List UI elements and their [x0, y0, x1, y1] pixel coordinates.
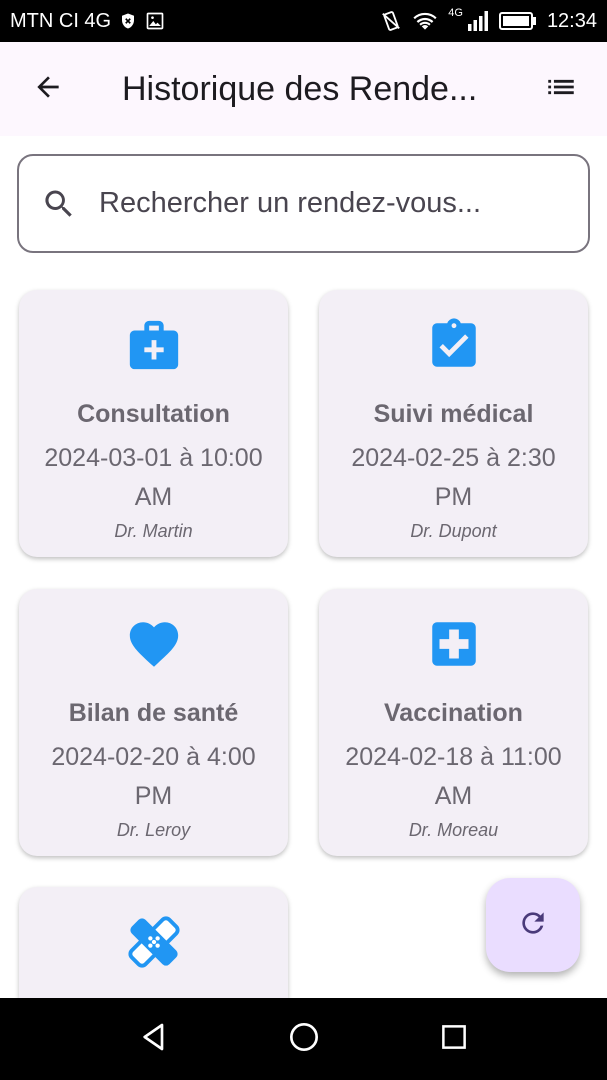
back-button[interactable] [18, 59, 78, 119]
blocked-icon [119, 12, 137, 30]
appointment-date: 2024-02-25 à 2:30 PM [351, 444, 556, 511]
refresh-icon [517, 907, 549, 944]
appointment-card[interactable]: Bilan de santé 2024-02-20 à 4:00 PM Dr. … [19, 589, 288, 856]
appointment-card[interactable]: Consultation 2024-03-01 à 10:00 AM Dr. M… [19, 290, 288, 557]
appointment-date: 2024-02-18 à 11:00 AM [345, 743, 562, 810]
list-icon [544, 70, 578, 109]
triangle-back-icon [138, 1021, 170, 1058]
appointment-title: Suivi médical [373, 400, 534, 428]
medical-cross-icon [425, 615, 483, 673]
appointment-card[interactable] [19, 887, 288, 998]
system-nav-bar [0, 998, 607, 1080]
appointment-title: Bilan de santé [68, 699, 239, 727]
list-view-button[interactable] [531, 59, 591, 119]
search-field[interactable] [17, 154, 590, 253]
nav-back-button[interactable] [124, 1009, 184, 1069]
appointment-card[interactable]: Vaccination 2024-02-18 à 11:00 AM Dr. Mo… [319, 589, 588, 856]
carrier-label: MTN CI 4G [10, 9, 112, 32]
bandage-icon [125, 913, 183, 971]
page-title: Historique des Rende... [122, 69, 478, 108]
appointment-title: Vaccination [384, 699, 523, 727]
status-bar: MTN CI 4G 4G 12:34 [0, 0, 607, 42]
app-bar: Historique des Rende... [0, 42, 607, 136]
network-type-label: 4G [448, 7, 463, 19]
clock: 12:34 [546, 9, 597, 32]
circle-home-icon [288, 1021, 320, 1058]
medical-bag-icon [125, 316, 183, 374]
clipboard-check-icon [425, 316, 483, 374]
appointment-date: 2024-03-01 à 10:00 AM [44, 444, 263, 511]
vibrate-icon [380, 10, 402, 32]
battery-icon [498, 11, 537, 31]
image-icon [145, 11, 165, 31]
appointment-card[interactable]: Suivi médical 2024-02-25 à 2:30 PM Dr. D… [319, 290, 588, 557]
arrow-left-icon [32, 71, 64, 108]
nav-home-button[interactable] [274, 1009, 334, 1069]
appointment-doctor: Dr. Moreau [408, 820, 499, 840]
heart-icon [125, 615, 183, 673]
nav-recents-button[interactable] [424, 1009, 484, 1069]
status-right: 4G 12:34 [380, 7, 597, 33]
wifi-icon [412, 10, 438, 32]
refresh-button[interactable] [486, 878, 580, 972]
search-input[interactable] [99, 187, 559, 220]
appointment-doctor: Dr. Dupont [410, 521, 497, 541]
signal-icon [467, 10, 489, 32]
square-recents-icon [439, 1022, 469, 1057]
appointment-doctor: Dr. Martin [114, 521, 193, 541]
appointment-doctor: Dr. Leroy [116, 820, 191, 840]
search-icon [41, 186, 77, 222]
status-left: MTN CI 4G [10, 10, 165, 33]
appointment-date: 2024-02-20 à 4:00 PM [51, 743, 256, 810]
appointment-title: Consultation [77, 400, 230, 428]
